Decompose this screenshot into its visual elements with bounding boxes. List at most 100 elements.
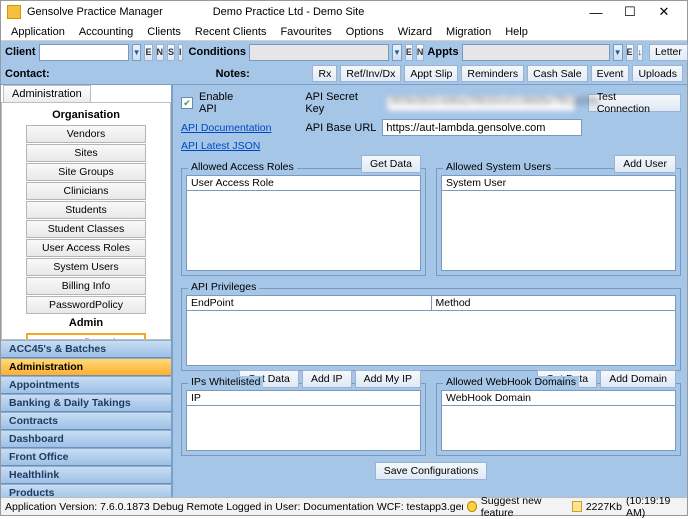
sb-user-access-roles[interactable]: User Access Roles xyxy=(26,239,146,257)
sb-billing-info[interactable]: Billing Info xyxy=(26,277,146,295)
sb-site-groups[interactable]: Site Groups xyxy=(26,163,146,181)
refinvdx-button[interactable]: Ref/Inv/Dx xyxy=(340,65,401,82)
roles-legend: Allowed Access Roles xyxy=(188,161,297,173)
hooks-list[interactable] xyxy=(441,406,676,451)
conditions-combo[interactable] xyxy=(249,44,389,61)
sb-sites[interactable]: Sites xyxy=(26,144,146,162)
menu-clients[interactable]: Clients xyxy=(141,24,187,40)
sidebar-tab-administration[interactable]: Administration xyxy=(3,85,91,102)
nav-contracts[interactable]: Contracts xyxy=(1,412,171,430)
sb-api-configuration[interactable]: API Configuration xyxy=(26,333,146,340)
ips-list[interactable] xyxy=(186,406,421,451)
menu-application[interactable]: Application xyxy=(5,24,71,40)
sidebar-heading-organisation: Organisation xyxy=(8,107,164,124)
contact-label: Contact: xyxy=(5,68,50,80)
maximize-button[interactable]: ☐ xyxy=(613,3,647,21)
ips-column: IP xyxy=(186,390,421,406)
menubar: Application Accounting Clients Recent Cl… xyxy=(1,23,687,41)
rx-button[interactable]: Rx xyxy=(312,65,337,82)
api-doc-link[interactable]: API Documentation xyxy=(181,122,271,134)
api-latest-json-link[interactable]: API Latest JSON xyxy=(181,140,260,152)
appts-label: Appts xyxy=(427,46,458,58)
client-label: Client xyxy=(5,46,36,58)
app-title: Gensolve Practice Manager xyxy=(27,6,163,18)
conditions-badge-n[interactable]: N xyxy=(416,44,425,61)
secret-label: API Secret Key xyxy=(305,91,380,115)
base-url-field[interactable] xyxy=(382,119,582,136)
users-legend: Allowed System Users xyxy=(443,161,554,173)
enable-api-label: Enable API xyxy=(199,91,253,115)
reminders-button[interactable]: Reminders xyxy=(461,65,524,82)
appts-badge-e[interactable]: E xyxy=(626,44,634,61)
minimize-button[interactable]: — xyxy=(579,3,613,21)
client-badge-n[interactable]: N xyxy=(156,44,165,61)
priv-list[interactable] xyxy=(186,311,676,366)
appts-combo[interactable] xyxy=(462,44,610,61)
notes-label: Notes: xyxy=(216,68,250,80)
event-button[interactable]: Event xyxy=(591,65,630,82)
client-badge-s[interactable]: S xyxy=(167,44,175,61)
nav-products[interactable]: Products xyxy=(1,484,171,497)
menu-options[interactable]: Options xyxy=(340,24,390,40)
suggest-feature-link[interactable]: Suggest new feature xyxy=(481,495,564,519)
uploads-button[interactable]: Uploads xyxy=(632,65,683,82)
secret-field[interactable]: 3f29e5b2c4d6a1f0b32e41c98d5e7f61a02b xyxy=(386,95,576,112)
sb-password-policy[interactable]: PasswordPolicy xyxy=(26,296,146,314)
nav-appointments[interactable]: Appointments xyxy=(1,376,171,394)
nav-front-office[interactable]: Front Office xyxy=(1,448,171,466)
save-configurations-button[interactable]: Save Configurations xyxy=(375,462,488,480)
users-column: System User xyxy=(441,175,676,191)
users-list[interactable] xyxy=(441,191,676,271)
nav-dashboard[interactable]: Dashboard xyxy=(1,430,171,448)
sb-students[interactable]: Students xyxy=(26,201,146,219)
nav-administration[interactable]: Administration xyxy=(1,358,171,376)
nav-acc45s[interactable]: ACC45's & Batches xyxy=(1,340,171,358)
cashsale-button[interactable]: Cash Sale xyxy=(527,65,587,82)
titlebar: Gensolve Practice Manager Demo Practice … xyxy=(1,1,687,23)
api-privileges-group: API Privileges EndPoint Method xyxy=(181,288,681,371)
client-dropdown-icon[interactable]: ▼ xyxy=(132,44,142,61)
close-button[interactable]: ✕ xyxy=(647,3,681,21)
roles-column: User Access Role xyxy=(186,175,421,191)
client-combo[interactable] xyxy=(39,44,129,61)
menu-help[interactable]: Help xyxy=(499,24,534,40)
nav-healthlink[interactable]: Healthlink xyxy=(1,466,171,484)
test-connection-button[interactable]: Test Connection xyxy=(588,94,681,112)
sb-clinicians[interactable]: Clinicians xyxy=(26,182,146,200)
addip-button[interactable]: Add IP xyxy=(302,370,352,388)
sb-vendors[interactable]: Vendors xyxy=(26,125,146,143)
toolbar-row-1: Client ▼ E N S I Conditions ▼ E N Appts … xyxy=(1,41,687,63)
sb-system-users[interactable]: System Users xyxy=(26,258,146,276)
letter-button[interactable]: Letter xyxy=(649,44,688,61)
menu-favourites[interactable]: Favourites xyxy=(274,24,337,40)
priv-col-method: Method xyxy=(431,295,677,311)
menu-recent-clients[interactable]: Recent Clients xyxy=(189,24,273,40)
client-badge-i[interactable]: I xyxy=(178,44,183,61)
conditions-dropdown-icon[interactable]: ▼ xyxy=(392,44,402,61)
sidebar: Administration Organisation Vendors Site… xyxy=(1,85,173,497)
roles-getdata-button[interactable]: Get Data xyxy=(361,155,421,173)
roles-list[interactable] xyxy=(186,191,421,271)
menu-wizard[interactable]: Wizard xyxy=(392,24,438,40)
sidebar-heading-admin: Admin xyxy=(8,315,164,332)
conditions-label: Conditions xyxy=(189,46,246,58)
priv-col-endpoint: EndPoint xyxy=(186,295,431,311)
enable-api-checkbox[interactable]: ✔ xyxy=(181,97,193,109)
conditions-badge-e[interactable]: E xyxy=(405,44,413,61)
allowed-access-roles-group: Allowed Access Roles Get Data User Acces… xyxy=(181,168,426,276)
nav-banking[interactable]: Banking & Daily Takings xyxy=(1,394,171,412)
sb-student-classes[interactable]: Student Classes xyxy=(26,220,146,238)
adddomain-button[interactable]: Add Domain xyxy=(600,370,676,388)
sidebar-panel: Organisation Vendors Sites Site Groups C… xyxy=(1,102,171,340)
appts-badge-dl[interactable]: ↓ xyxy=(637,44,644,61)
apptslip-button[interactable]: Appt Slip xyxy=(404,65,458,82)
adduser-button[interactable]: Add User xyxy=(614,155,676,173)
allowed-system-users-group: Allowed System Users Add User System Use… xyxy=(436,168,681,276)
menu-migration[interactable]: Migration xyxy=(440,24,497,40)
addmyip-button[interactable]: Add My IP xyxy=(355,370,421,388)
menu-accounting[interactable]: Accounting xyxy=(73,24,139,40)
client-badge-e[interactable]: E xyxy=(144,44,152,61)
appts-dropdown-icon[interactable]: ▼ xyxy=(613,44,623,61)
app-icon xyxy=(7,5,21,19)
webhook-group: Allowed WebHook Domains Get Data Add Dom… xyxy=(436,383,681,456)
